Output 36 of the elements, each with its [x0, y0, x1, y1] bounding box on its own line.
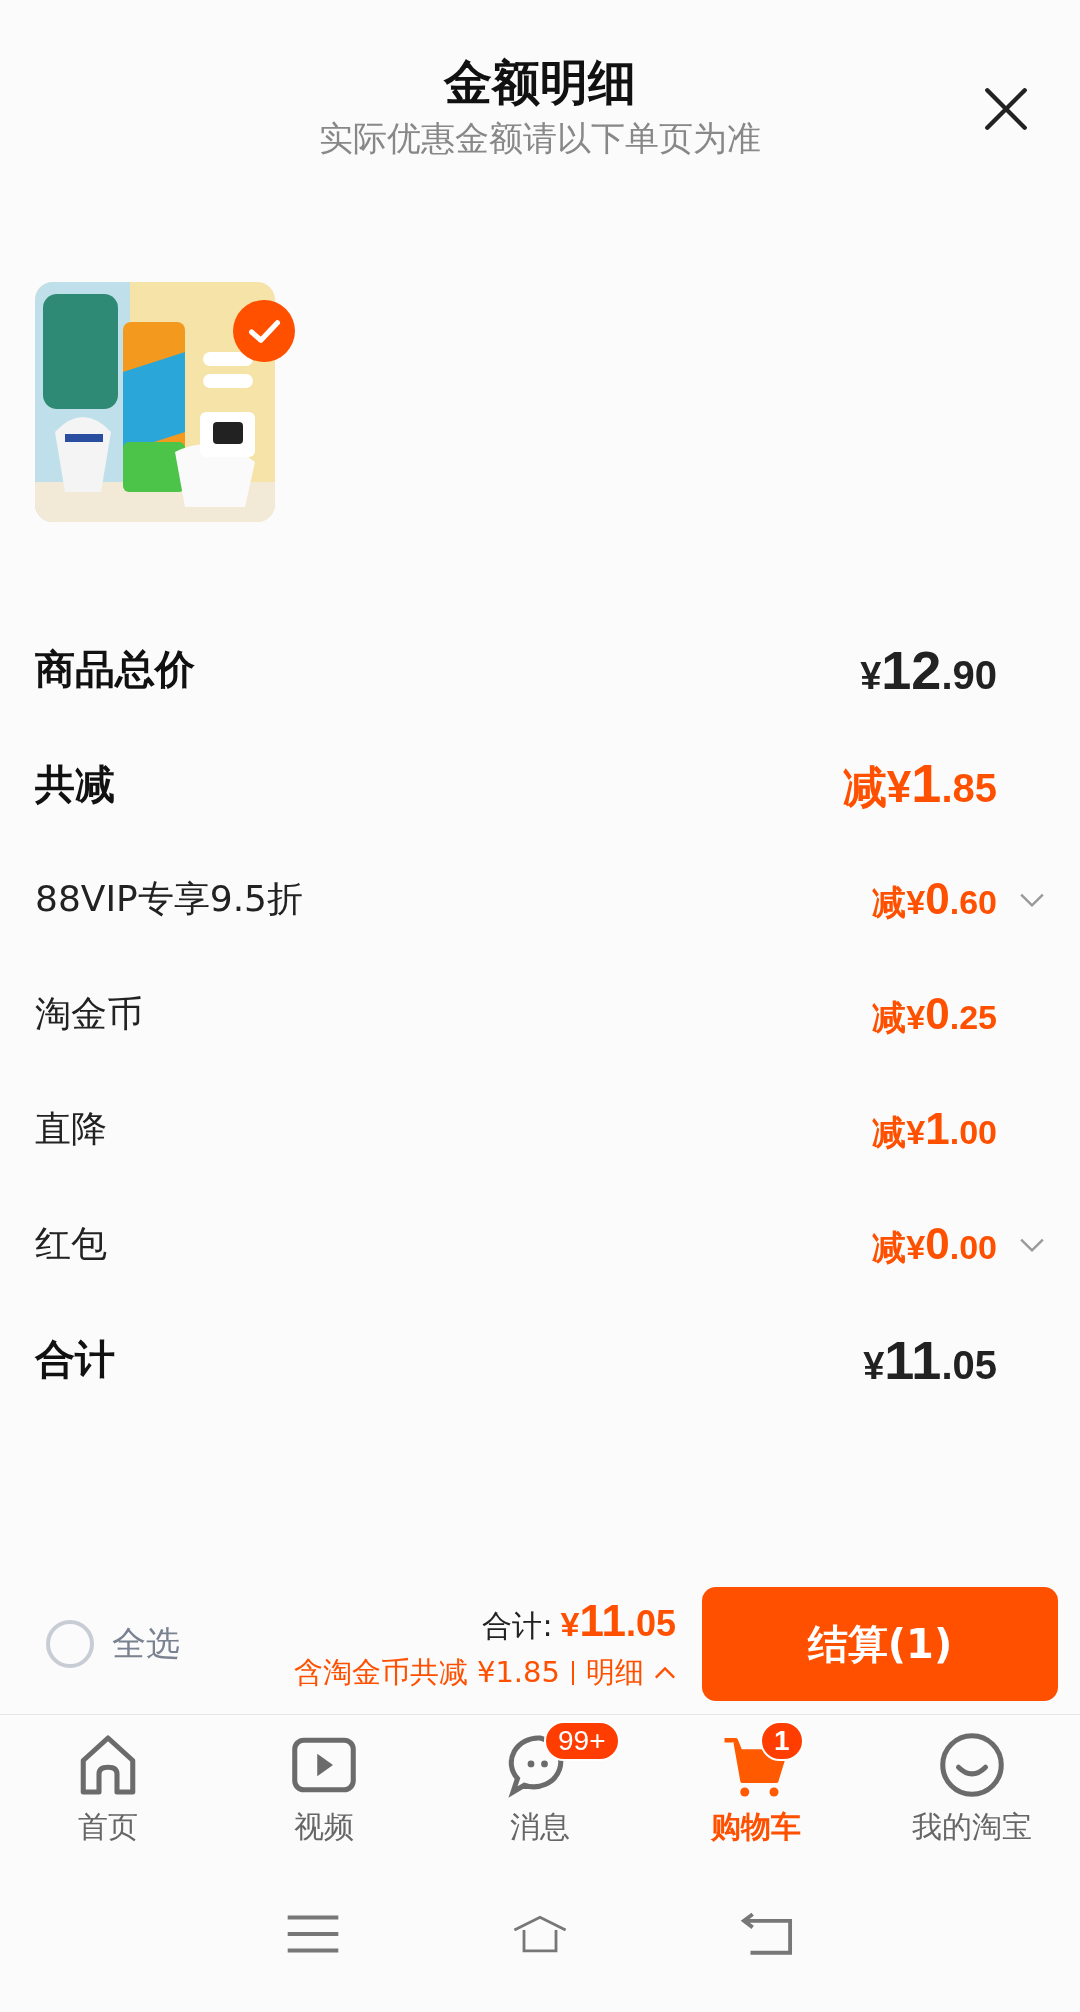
price-amount: 减¥0.60: [872, 873, 997, 925]
savings-text: 含淘金币共减 ¥1.85: [293, 1653, 560, 1691]
tab-item[interactable]: 1 购物车: [648, 1715, 864, 1855]
price-label: 淘金币: [35, 992, 143, 1036]
price-label: 合计: [35, 1335, 115, 1384]
price-label: 88VIP专享9.5折: [35, 877, 303, 921]
checkout-button[interactable]: 结算(1): [702, 1587, 1058, 1701]
tab-item[interactable]: 99+ 消息: [432, 1715, 648, 1855]
select-all-radio[interactable]: [46, 1620, 94, 1668]
select-all-label[interactable]: 全选: [112, 1621, 180, 1667]
close-icon[interactable]: [984, 87, 1028, 131]
price-label: 共减: [35, 760, 115, 809]
chevron-down-icon[interactable]: [1019, 1236, 1045, 1253]
price-label: 商品总价: [35, 645, 195, 694]
price-label: 直降: [35, 1107, 107, 1151]
tab-item[interactable]: 首页: [0, 1715, 216, 1855]
check-icon[interactable]: [233, 300, 295, 362]
total-label: 合计:: [482, 1606, 553, 1645]
tab-item[interactable]: 视频: [216, 1715, 432, 1855]
price-amount: ¥12.90: [860, 638, 997, 701]
price-amount: 减¥1.00: [872, 1103, 997, 1155]
total-amount: ¥11.05: [560, 1595, 676, 1646]
count-badge: 1: [760, 1721, 804, 1761]
sheet-subtitle: 实际优惠金额请以下单页为准: [319, 117, 761, 160]
price-amount: ¥11.05: [863, 1328, 997, 1391]
price-label: 红包: [35, 1222, 107, 1266]
back-icon[interactable]: [738, 1911, 795, 1956]
chevron-down-icon[interactable]: [1019, 891, 1045, 908]
price-amount: 减¥0.25: [872, 988, 997, 1040]
details-link[interactable]: 明细: [586, 1652, 644, 1693]
price-amount: 减¥1.85: [842, 752, 997, 815]
caret-up-icon[interactable]: [654, 1665, 676, 1680]
count-badge: 99+: [544, 1721, 620, 1761]
price-amount: 减¥0.00: [872, 1218, 997, 1270]
tab-item[interactable]: 我的淘宝: [864, 1715, 1080, 1855]
sheet-title: 金额明细: [444, 53, 636, 112]
